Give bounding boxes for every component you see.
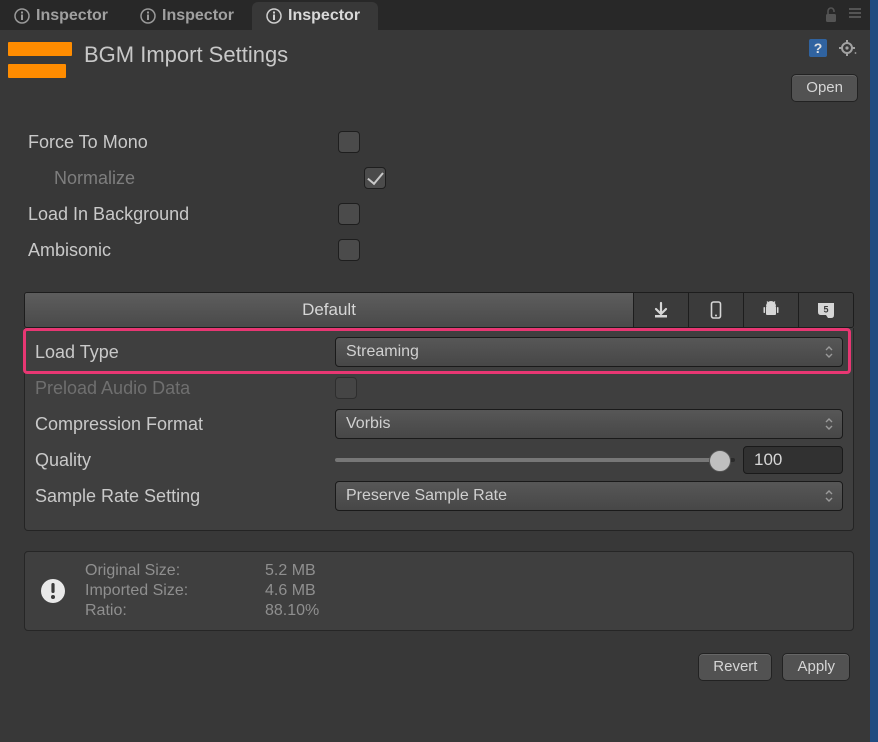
- load-type-dropdown[interactable]: Streaming: [335, 337, 843, 367]
- ambisonic-checkbox[interactable]: [338, 239, 360, 261]
- asset-header: BGM Import Settings ?: [0, 30, 870, 82]
- compression-format-label: Compression Format: [35, 414, 335, 435]
- normalize-label: Normalize: [28, 168, 364, 189]
- tab-inspector-1[interactable]: Inspector: [0, 2, 126, 30]
- chevron-updown-icon: [824, 344, 834, 360]
- svg-text:5: 5: [823, 305, 828, 315]
- slider-knob[interactable]: [709, 450, 731, 472]
- tab-label: Inspector: [288, 7, 360, 25]
- tab-label: Inspector: [162, 7, 234, 25]
- original-size-value: 5.2 MB: [265, 562, 395, 580]
- revert-button[interactable]: Revert: [698, 653, 772, 681]
- platform-settings-panel: Load Type Streaming Preload Audio Data C…: [24, 328, 854, 531]
- quality-slider[interactable]: [335, 458, 735, 462]
- sample-rate-dropdown[interactable]: Preserve Sample Rate: [335, 481, 843, 511]
- load-type-row: Load Type Streaming: [35, 334, 843, 370]
- tab-strip: Inspector Inspector Inspector: [0, 0, 870, 30]
- normalize-checkbox[interactable]: [364, 167, 386, 189]
- compression-format-dropdown[interactable]: Vorbis: [335, 409, 843, 439]
- tab-inspector-3[interactable]: Inspector: [252, 2, 378, 30]
- help-icon[interactable]: ?: [808, 38, 828, 58]
- load-in-background-label: Load In Background: [28, 204, 338, 225]
- gear-icon[interactable]: [838, 38, 858, 58]
- load-type-label: Load Type: [35, 342, 335, 363]
- load-in-background-checkbox[interactable]: [338, 203, 360, 225]
- apply-button[interactable]: Apply: [782, 653, 850, 681]
- platform-tab-standalone[interactable]: [634, 293, 689, 327]
- info-icon: [140, 8, 156, 24]
- compression-format-value: Vorbis: [346, 415, 390, 433]
- platform-tab-webgl[interactable]: 5: [799, 293, 853, 327]
- asset-title: BGM Import Settings: [84, 42, 288, 68]
- tab-label: Inspector: [36, 7, 108, 25]
- platform-tab-android[interactable]: [744, 293, 799, 327]
- info-icon: [266, 8, 282, 24]
- import-info-box: Original Size: 5.2 MB Imported Size: 4.6…: [24, 551, 854, 631]
- lock-icon[interactable]: [824, 6, 838, 24]
- base-properties: Force To Mono Normalize Load In Backgrou…: [0, 112, 870, 278]
- footer-buttons: Revert Apply: [0, 631, 870, 681]
- chevron-updown-icon: [824, 488, 834, 504]
- imported-size-value: 4.6 MB: [265, 582, 395, 600]
- tabstrip-tools: [824, 6, 862, 24]
- inspector-window: Inspector Inspector Inspector: [0, 0, 878, 742]
- ratio-label: Ratio:: [85, 602, 265, 620]
- sample-rate-value: Preserve Sample Rate: [346, 487, 507, 505]
- sample-rate-label: Sample Rate Setting: [35, 486, 335, 507]
- ratio-value: 88.10%: [265, 602, 395, 620]
- original-size-label: Original Size:: [85, 562, 265, 580]
- panel-menu-icon[interactable]: [848, 6, 862, 24]
- ambisonic-label: Ambisonic: [28, 240, 338, 261]
- preload-audio-checkbox: [335, 377, 357, 399]
- quality-label: Quality: [35, 450, 335, 471]
- chevron-updown-icon: [824, 416, 834, 432]
- force-to-mono-checkbox[interactable]: [338, 131, 360, 153]
- platform-tab-default[interactable]: Default: [25, 293, 634, 327]
- quality-value-field[interactable]: 100: [743, 446, 843, 474]
- warning-icon: [39, 577, 67, 605]
- info-icon: [14, 8, 30, 24]
- tab-inspector-2[interactable]: Inspector: [126, 2, 252, 30]
- imported-size-label: Imported Size:: [85, 582, 265, 600]
- svg-text:?: ?: [814, 40, 823, 56]
- audio-thumbnail: [8, 38, 72, 82]
- load-type-value: Streaming: [346, 343, 419, 361]
- preload-audio-label: Preload Audio Data: [35, 378, 335, 399]
- force-to-mono-label: Force To Mono: [28, 132, 338, 153]
- platform-tabs: Default 5: [24, 292, 854, 328]
- platform-tab-ios[interactable]: [689, 293, 744, 327]
